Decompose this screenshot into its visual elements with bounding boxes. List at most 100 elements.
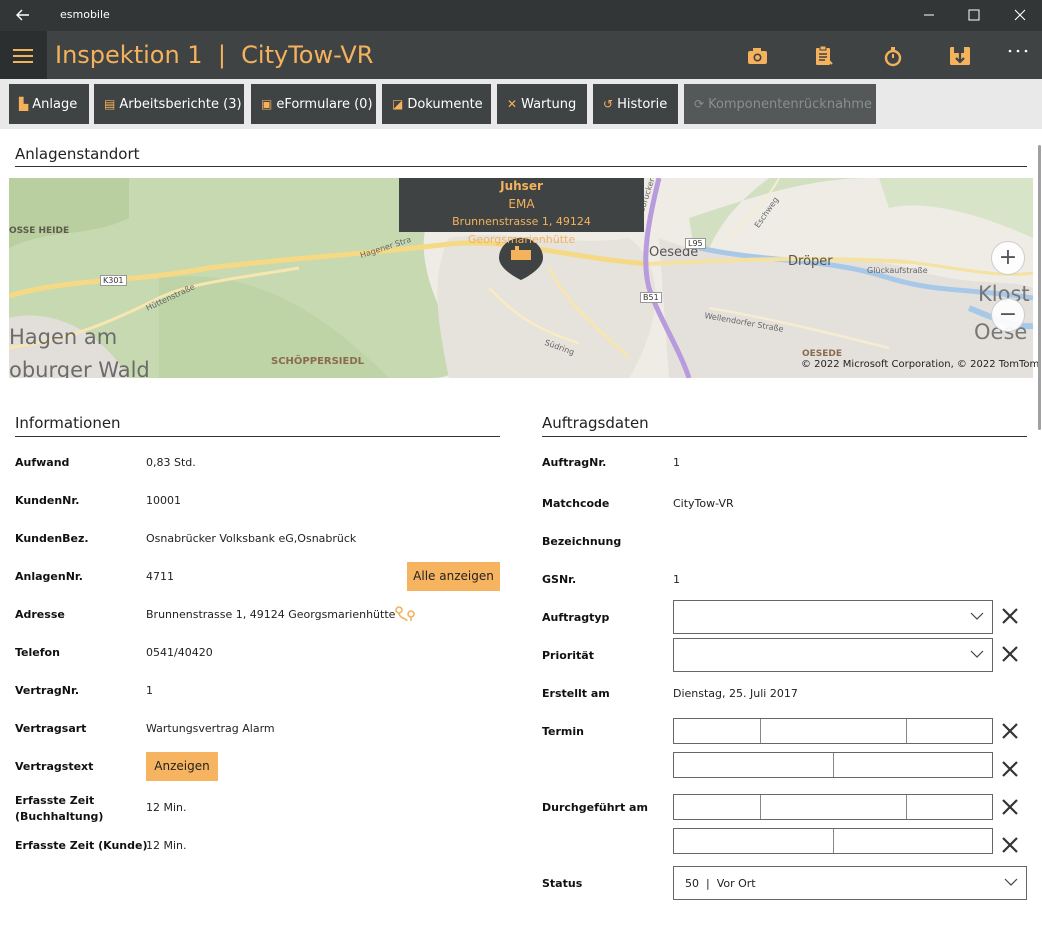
clear-termin-date-icon[interactable] xyxy=(999,720,1021,742)
durchgefuehrt-time-picker[interactable] xyxy=(673,828,993,854)
matchcode-label: Matchcode xyxy=(542,497,610,510)
vertragnr-label: VertragNr. xyxy=(15,684,80,697)
erfasste-zeit-kunde-label: Erfasste Zeit (Kunde) xyxy=(15,839,148,852)
app-header: Inspektion 1 | CityTow-VR xyxy=(0,31,1042,79)
tab-dokumente[interactable]: ◪ Dokumente xyxy=(382,84,491,124)
erstellt-label: Erstellt am xyxy=(542,687,610,700)
popup-name: Juhser xyxy=(500,179,543,193)
chevron-down-icon xyxy=(1004,878,1018,886)
road-badge: L95 xyxy=(685,238,706,249)
tab-wartung[interactable]: ✕ Wartung xyxy=(497,84,587,124)
termin-time-picker[interactable] xyxy=(673,752,993,778)
document-icon: ▤ xyxy=(104,97,116,111)
map-label: OESEDE xyxy=(802,349,843,359)
auftragnr-value: 1 xyxy=(673,456,680,469)
clear-durchgefuehrt-time-icon[interactable] xyxy=(999,834,1021,856)
vertragstext-label: Vertragstext xyxy=(15,760,94,773)
erfasste-zeit-kunde-value: 12 Min. xyxy=(146,839,187,852)
erstellt-value: Dienstag, 25. Juli 2017 xyxy=(673,687,798,700)
divider xyxy=(15,166,1027,167)
maximize-button[interactable] xyxy=(951,4,997,26)
order-section-title: Auftragsdaten xyxy=(542,414,649,432)
map-label: Glückaufstraße xyxy=(867,266,928,275)
kundenbez-value: Osnabrücker Volksbank eG,Osnabrück xyxy=(146,532,357,545)
popup-type: EMA xyxy=(508,197,535,211)
termin-label: Termin xyxy=(542,725,584,738)
minimize-button[interactable] xyxy=(906,4,952,26)
gsnr-value: 1 xyxy=(673,573,680,586)
road-badge: K301 xyxy=(100,275,127,286)
vertragsart-value: Wartungsvertrag Alarm xyxy=(146,722,275,735)
anlagennr-label: AnlagenNr. xyxy=(15,570,83,583)
aufwand-label: Aufwand xyxy=(15,456,70,469)
stopwatch-icon[interactable] xyxy=(879,41,909,71)
termin-date-picker[interactable] xyxy=(673,718,993,744)
erfasste-zeit-buchhaltung-value: 12 Min. xyxy=(146,801,187,814)
tab-anlage[interactable]: ▙ Anlage xyxy=(9,84,89,124)
zoom-in-button[interactable]: + xyxy=(991,241,1025,275)
tools-icon: ✕ xyxy=(507,97,518,111)
durchgefuehrt-label: Durchgeführt am xyxy=(542,801,648,814)
scrollbar[interactable] xyxy=(1038,145,1041,430)
app-name: esmobile xyxy=(60,8,110,21)
page-title: Inspektion 1 | CityTow-VR xyxy=(55,41,374,69)
tab-komponentenruecknahme: ⟳ Komponentenrücknahme xyxy=(684,84,876,124)
building-icon: ▙ xyxy=(19,97,29,111)
clear-auftragtyp-icon[interactable] xyxy=(999,605,1021,627)
documents-icon: ◪ xyxy=(392,97,404,111)
close-window-button[interactable] xyxy=(997,4,1042,26)
clipboard-check-icon: ▣ xyxy=(261,97,273,111)
bezeichnung-label: Bezeichnung xyxy=(542,535,622,548)
tab-arbeitsberichte[interactable]: ▤ Arbeitsberichte (3) xyxy=(94,84,244,124)
camera-icon[interactable] xyxy=(743,41,773,71)
erfasste-zeit-buchhaltung-label: Erfasste Zeit (Buchhaltung) xyxy=(15,794,104,823)
clear-prioritaet-icon[interactable] xyxy=(999,643,1021,665)
vertragsart-label: Vertragsart xyxy=(15,722,87,735)
map-copyright: © 2022 Microsoft Corporation, © 2022 Tom… xyxy=(801,359,1040,370)
tab-bar: ▙ Anlage ▤ Arbeitsberichte (3) ▣ eFormulare… xyxy=(0,79,1042,129)
popup-address: Brunnenstrasse 1, 49124 Georgsmarienhütt… xyxy=(452,215,591,246)
show-all-button[interactable]: Alle anzeigen xyxy=(407,562,500,591)
adresse-value: Brunnenstrasse 1, 49124 Georgsmarienhütt… xyxy=(146,608,396,621)
divider xyxy=(542,436,1027,437)
auftragnr-label: AuftragNr. xyxy=(542,456,607,469)
auftragtyp-dropdown[interactable] xyxy=(673,600,993,634)
info-section-title: Informationen xyxy=(15,414,121,432)
map-label: oburger Wald xyxy=(9,358,150,378)
hamburger-menu-icon[interactable] xyxy=(0,31,47,79)
show-contract-text-button[interactable]: Anzeigen xyxy=(146,752,218,781)
durchgefuehrt-date-picker[interactable] xyxy=(673,794,993,820)
back-arrow-icon[interactable] xyxy=(10,4,36,26)
kundenbez-label: KundenBez. xyxy=(15,532,89,545)
telefon-value: 0541/40420 xyxy=(146,646,213,659)
kundennr-value: 10001 xyxy=(146,494,181,507)
prioritaet-label: Priorität xyxy=(542,649,594,662)
clear-durchgefuehrt-date-icon[interactable] xyxy=(999,796,1021,818)
map-label: SCHÖPPERSIEDL xyxy=(271,356,365,367)
map-label: OSSE HEIDE xyxy=(9,226,70,236)
prioritaet-dropdown[interactable] xyxy=(673,638,993,672)
save-download-icon[interactable] xyxy=(946,41,976,71)
map-popup: Juhser EMA Brunnenstrasse 1, 49124 Georg… xyxy=(399,178,644,246)
tab-historie[interactable]: ↺ Historie xyxy=(593,84,678,124)
title-bar: esmobile xyxy=(0,0,1042,31)
vertragnr-value: 1 xyxy=(146,684,153,697)
zoom-out-button[interactable]: − xyxy=(991,298,1025,332)
status-dropdown[interactable]: 50 | Vor Ort xyxy=(673,866,1027,900)
kundennr-label: KundenNr. xyxy=(15,494,80,507)
gsnr-label: GSNr. xyxy=(542,573,577,586)
anlagennr-value: 4711 xyxy=(146,570,174,583)
divider xyxy=(15,436,500,437)
location-section-title: Anlagenstandort xyxy=(15,145,140,163)
aufwand-value: 0,83 Std. xyxy=(146,456,196,469)
adresse-label: Adresse xyxy=(15,608,65,621)
map-label: Hagen am xyxy=(9,325,118,349)
refresh-icon: ⟳ xyxy=(694,97,705,111)
tab-eformulare[interactable]: ▣ eFormulare (0) xyxy=(251,84,376,124)
route-navigation-icon[interactable] xyxy=(394,604,418,624)
more-options-icon[interactable] xyxy=(1006,41,1036,71)
clear-termin-time-icon[interactable] xyxy=(999,758,1021,780)
report-icon[interactable] xyxy=(809,41,839,71)
chevron-down-icon xyxy=(970,650,984,658)
auftragtyp-label: Auftragtyp xyxy=(542,611,610,624)
